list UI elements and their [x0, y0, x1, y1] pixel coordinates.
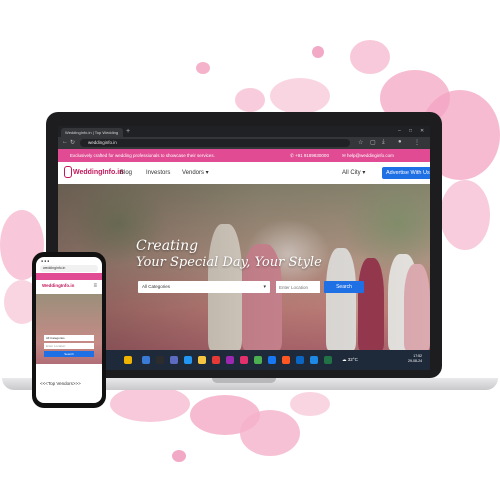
menu-icon[interactable]: ⋮ [414, 139, 420, 146]
site-logo[interactable]: WeddingInfo.in [64, 166, 123, 180]
app-icon[interactable] [282, 356, 290, 364]
location-input[interactable] [276, 281, 320, 293]
category-select[interactable]: All Categories ▾ [138, 281, 270, 293]
excel-icon[interactable] [324, 356, 332, 364]
vscode-icon[interactable] [310, 356, 318, 364]
download-icon[interactable]: ⤓ [382, 139, 385, 146]
nav-vendors[interactable]: Vendors ▾ [182, 162, 209, 184]
phone-topbar [36, 273, 102, 280]
site-header: WeddingInfo.in Blog Investors Vendors ▾ … [58, 162, 430, 185]
edge-icon[interactable] [184, 356, 192, 364]
top-vendors-heading: <<<Top Vendors>>> [40, 381, 81, 386]
browser-tab[interactable]: WeddingInfo.in | Top Wedding [61, 128, 123, 137]
maximize-icon[interactable]: □ [409, 128, 412, 134]
back-icon[interactable]: ← [62, 139, 68, 145]
search-icon[interactable] [156, 356, 164, 364]
phone-number[interactable]: +91 9189830000 [295, 153, 329, 158]
minimize-icon[interactable]: – [398, 128, 401, 134]
chevron-down-icon: ▾ [263, 284, 266, 290]
topbar-message: Exclusively crafted for wedding professi… [70, 153, 215, 158]
browser-tab-bar: WeddingInfo.in | Top Wedding + – □ ✕ [58, 126, 430, 137]
hero-title-line1: Creating [136, 238, 199, 254]
city-select[interactable]: All City ▾ [342, 162, 365, 184]
weather-widget[interactable]: ☁ 32°C [342, 350, 358, 370]
app-icon[interactable] [226, 356, 234, 364]
laptop-notch [212, 378, 276, 383]
site-topbar: Exclusively crafted for wedding professi… [58, 149, 430, 162]
extensions-icon[interactable]: ▢ [370, 139, 376, 146]
search-button[interactable]: Search [324, 281, 364, 293]
chrome-icon[interactable] [212, 356, 220, 364]
clock-date: 29-08-24 [408, 359, 423, 363]
task-view-icon[interactable] [170, 356, 178, 364]
phone-screen: ● ● ● weddinginfo.in WeddingInfo.in ≡ Al… [36, 257, 102, 403]
widgets-icon[interactable] [124, 356, 132, 364]
star-icon[interactable]: ☆ [358, 139, 363, 146]
url-field[interactable]: weddinginfo.in [80, 139, 350, 147]
new-tab-button[interactable]: + [124, 128, 132, 136]
phone-category-select[interactable]: All Categories [44, 335, 94, 341]
category-select-value: All Categories [142, 284, 171, 289]
instagram-icon[interactable] [240, 356, 248, 364]
logo-mark-icon [64, 166, 72, 179]
topbar-email[interactable]: ✉ help@weddinginfo.com [342, 149, 394, 162]
phone-site-logo[interactable]: WeddingInfo.in [42, 282, 74, 290]
start-icon[interactable] [142, 356, 150, 364]
advertise-button[interactable]: Advertise With Us [382, 167, 430, 179]
topbar-phone[interactable]: ✆ +91 9189830000 [290, 149, 329, 162]
email-address[interactable]: help@weddinginfo.com [347, 153, 394, 158]
phone-status-bar: ● ● ● [41, 259, 50, 263]
hero-banner: Creating Your Special Day, Your Style Al… [58, 184, 430, 350]
whatsapp-icon[interactable] [254, 356, 262, 364]
taskbar-clock[interactable]: 17:52 29-08-24 [408, 354, 422, 364]
phone-location-input[interactable]: Enter Location [44, 343, 94, 349]
logo-text: WeddingInfo.in [73, 169, 124, 176]
facebook-icon[interactable] [268, 356, 276, 364]
phone-url-field[interactable]: weddinginfo.in [40, 265, 98, 272]
hamburger-menu-icon[interactable]: ≡ [93, 282, 97, 290]
nav-investors[interactable]: Investors [146, 162, 170, 184]
phone-search-button[interactable]: Search [44, 351, 94, 357]
linkedin-icon[interactable] [296, 356, 304, 364]
profile-icon[interactable]: ● [398, 139, 402, 145]
os-taskbar: ☁ 32°C 17:52 29-08-24 [58, 350, 430, 370]
folder-icon[interactable] [198, 356, 206, 364]
laptop-screen: WeddingInfo.in | Top Wedding + – □ ✕ ← ↻… [58, 126, 430, 370]
weather-temp: 32°C [347, 357, 358, 362]
reload-icon[interactable]: ↻ [70, 139, 75, 146]
browser-address-bar: ← ↻ weddinginfo.in ☆ ▢ ⤓ ● ⋮ [58, 137, 430, 149]
hero-title-line2: Your Special Day, Your Style [136, 255, 322, 270]
close-icon[interactable]: ✕ [420, 128, 424, 134]
nav-blog[interactable]: Blog [120, 162, 132, 184]
